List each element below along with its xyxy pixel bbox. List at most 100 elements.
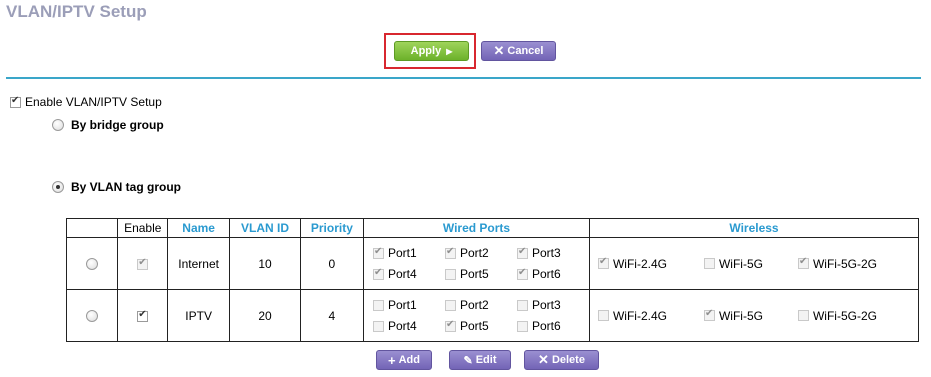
port-checkbox (372, 246, 384, 259)
edit-button-label: Edit (475, 354, 497, 366)
row-name: IPTV (167, 289, 231, 342)
port-checkbox (444, 246, 456, 259)
wifi-label: WiFi-5G-2G (812, 256, 877, 271)
wifi-label: WiFi-5G-2G (812, 308, 877, 323)
row-vlan-id: 10 (229, 237, 301, 290)
add-button[interactable]: + Add (376, 350, 432, 370)
port-option: Port4 (372, 319, 445, 333)
wifi-label: WiFi-2.4G (612, 256, 667, 271)
port-option: Port1 (372, 246, 445, 260)
enable-vlan-row: Enable VLAN/IPTV Setup (10, 95, 162, 109)
port-option: Port6 (516, 319, 589, 333)
port-label: Port6 (531, 267, 561, 281)
port-checkbox (516, 320, 528, 332)
port-label: Port5 (459, 319, 489, 333)
wifi-checkbox (703, 308, 715, 321)
port-label: Port1 (387, 246, 417, 260)
row-select-cell (65, 289, 119, 342)
apply-button-label: Apply (410, 45, 442, 57)
wifi-label: WiFi-2.4G (612, 308, 667, 323)
add-button-label: Add (398, 354, 420, 366)
port-label: Port2 (459, 298, 489, 312)
row-enable-checkbox[interactable] (137, 309, 149, 322)
table-header-row: Enable Name VLAN ID Priority Wired Ports… (65, 218, 920, 238)
port-checkbox (372, 299, 384, 311)
port-checkbox (372, 320, 384, 332)
header-enable: Enable (117, 218, 169, 238)
plus-icon: + (388, 352, 396, 368)
bridge-group-radio[interactable] (52, 119, 64, 131)
wifi-label: WiFi-5G (718, 256, 763, 271)
port-option: Port1 (372, 298, 445, 312)
delete-button[interactable]: ✕ Delete (524, 350, 599, 370)
port-checkbox (444, 319, 456, 332)
wifi-option: WiFi-5G (703, 308, 798, 323)
port-label: Port4 (387, 319, 417, 333)
port-label: Port2 (459, 246, 489, 260)
close-x-icon: ✕ (538, 352, 549, 367)
wifi-checkbox (797, 256, 809, 269)
port-label: Port3 (531, 246, 561, 260)
header-wireless: Wireless (588, 218, 920, 238)
enable-vlan-checkbox[interactable] (10, 95, 21, 108)
row-select-radio[interactable] (86, 258, 99, 271)
row-wireless: WiFi-2.4G WiFi-5G WiFi-5G-2G (588, 289, 920, 342)
port-option: Port6 (516, 267, 589, 281)
port-option: Port3 (516, 246, 589, 260)
port-option: Port5 (444, 319, 517, 333)
table-row: IPTV 20 4 Port1 Port2 Port3 Port4 Port5 … (65, 289, 920, 342)
section-divider (6, 77, 921, 79)
delete-button-label: Delete (551, 354, 585, 366)
close-x-icon: ✕ (493, 43, 505, 58)
port-label: Port6 (531, 319, 561, 333)
play-arrow-icon: ▶ (446, 46, 453, 56)
row-select-cell (65, 237, 119, 290)
port-label: Port4 (387, 267, 417, 281)
port-checkbox (372, 267, 384, 280)
bridge-group-option: By bridge group (52, 118, 164, 132)
wifi-option: WiFi-5G-2G (797, 256, 918, 271)
port-option: Port2 (444, 298, 517, 312)
vlan-tag-group-radio[interactable] (52, 181, 64, 193)
port-checkbox (444, 268, 456, 280)
vlan-tag-group-option: By VLAN tag group (52, 180, 181, 194)
vlan-table: Enable Name VLAN ID Priority Wired Ports… (65, 218, 920, 342)
row-vlan-id: 20 (229, 289, 301, 342)
row-wired-ports: Port1 Port2 Port3 Port4 Port5 Port6 (362, 289, 590, 342)
wifi-option: WiFi-2.4G (597, 308, 704, 323)
row-select-radio[interactable] (86, 310, 99, 323)
header-select (65, 218, 119, 238)
row-enable-checkbox (137, 257, 149, 270)
header-wired-ports: Wired Ports (362, 218, 590, 238)
port-option: Port5 (444, 267, 517, 281)
wifi-checkbox (703, 258, 715, 269)
row-enable-cell (117, 289, 169, 342)
pencil-icon: ✎ (463, 354, 473, 367)
wifi-option: WiFi-2.4G (597, 256, 704, 271)
wifi-option: WiFi-5G (703, 256, 798, 271)
port-checkbox (516, 267, 528, 280)
port-label: Port5 (459, 267, 489, 281)
port-label: Port1 (387, 298, 417, 312)
row-enable-cell (117, 237, 169, 290)
enable-vlan-label: Enable VLAN/IPTV Setup (25, 95, 162, 109)
row-wired-ports: Port1 Port2 Port3 Port4 Port5 Port6 (362, 237, 590, 290)
header-priority: Priority (299, 218, 364, 238)
bridge-group-label: By bridge group (71, 118, 164, 132)
wifi-label: WiFi-5G (718, 308, 763, 323)
header-name: Name (167, 218, 231, 238)
port-option: Port2 (444, 246, 517, 260)
port-checkbox (516, 246, 528, 259)
row-priority: 0 (299, 237, 364, 290)
cancel-button[interactable]: ✕ Cancel (481, 41, 556, 61)
row-wireless: WiFi-2.4G WiFi-5G WiFi-5G-2G (588, 237, 920, 290)
wifi-option: WiFi-5G-2G (797, 308, 918, 323)
wifi-checkbox (797, 310, 809, 321)
vlan-tag-group-label: By VLAN tag group (71, 180, 181, 194)
table-row: Internet 10 0 Port1 Port2 Port3 Port4 Po… (65, 237, 920, 290)
port-checkbox (516, 299, 528, 311)
port-label: Port3 (531, 298, 561, 312)
wifi-checkbox (597, 256, 609, 269)
edit-button[interactable]: ✎ Edit (449, 350, 511, 370)
apply-button[interactable]: Apply ▶ (394, 41, 469, 61)
